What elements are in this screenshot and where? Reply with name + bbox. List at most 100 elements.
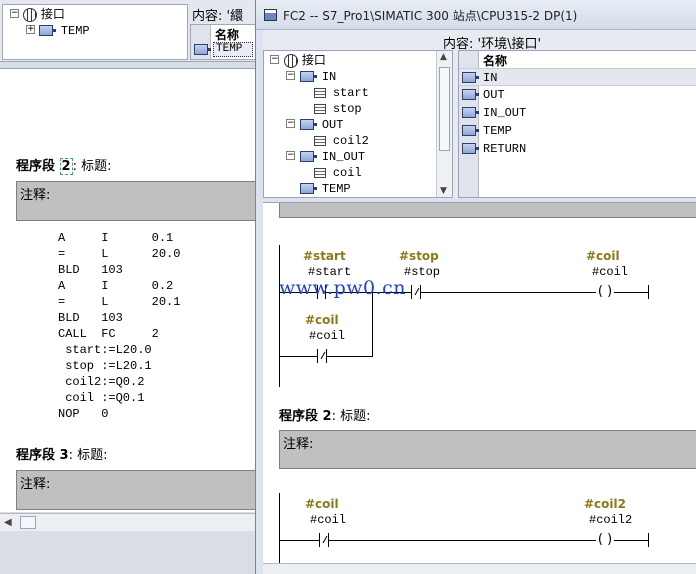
network-title: 程序段 3: 标题:: [16, 448, 108, 463]
collapse-icon[interactable]: −: [10, 9, 19, 18]
window-icon: [264, 9, 277, 21]
variable-icon: [314, 103, 326, 114]
tree-item-stop[interactable]: stop: [314, 100, 362, 116]
interface-list[interactable]: 名称 IN OUT IN_OUT TEMP RETURN: [458, 50, 696, 198]
contact-coil-nc-icon[interactable]: [319, 533, 329, 547]
variable-icon: [314, 135, 326, 146]
globe-icon: [284, 53, 298, 68]
tree-vertical-scrollbar[interactable]: ▲ ▼: [436, 51, 452, 197]
param-icon: [462, 107, 479, 118]
coil-address[interactable]: #coil: [592, 265, 628, 279]
branch-return-wire: [372, 292, 373, 357]
ladder-editor[interactable]: #start #start #stop #stop #coil #coil ( …: [263, 202, 696, 574]
branch-contact-symbol: #coil: [305, 313, 339, 327]
param-icon: [300, 183, 317, 194]
list-header-name: 名称: [215, 28, 240, 42]
list-item-return[interactable]: RETURN: [459, 140, 696, 158]
list-item-in[interactable]: IN: [459, 68, 696, 86]
param-icon: [462, 72, 479, 83]
tree-item-out[interactable]: − OUT: [286, 116, 343, 132]
window-titlebar[interactable]: FC2 -- S7_Pro1\SIMATIC 300 站点\CPU315-2 D…: [256, 0, 696, 30]
tree-item-label: OUT: [321, 118, 344, 132]
stl-code-block[interactable]: A I 0.1 = L 20.0 BLD 103 A I 0.2 = L 20.…: [58, 230, 180, 422]
coil2-address[interactable]: #coil2: [589, 513, 632, 527]
power-rail: [279, 245, 280, 387]
collapse-icon[interactable]: −: [286, 71, 295, 80]
network-comment[interactable]: 注释:: [16, 181, 262, 221]
tree-item-label: start: [332, 86, 369, 100]
param-icon: [462, 143, 479, 154]
globe-icon: [23, 7, 37, 22]
interface-pane: 内容: '环境\接口' − 接口 − IN start stop − OUT c…: [263, 30, 696, 198]
interface-tree[interactable]: − 接口 − IN start stop − OUT coil2 − IN_OU…: [263, 50, 453, 198]
watermark-text: www.pw0.cn: [279, 277, 407, 299]
back-editor-window: − 接口 + TEMP 内容: '繯 名称 TEMP 程序段 2: 标题: 注释…: [0, 0, 262, 574]
contact-coil-address[interactable]: #coil: [310, 513, 346, 527]
tree-item-start[interactable]: start: [314, 84, 369, 100]
branch-contact-address[interactable]: #coil: [309, 329, 345, 343]
output-coil-icon[interactable]: ( ): [596, 284, 614, 300]
back-interface-pane: − 接口 + TEMP 内容: '繯 名称 TEMP: [0, 0, 262, 62]
fc2-editor-window: FC2 -- S7_Pro1\SIMATIC 300 站点\CPU315-2 D…: [255, 0, 696, 574]
network-title: 程序段 2: 标题:: [279, 409, 371, 424]
tree-item-label: TEMP: [60, 24, 90, 38]
tree-item-label: IN_OUT: [321, 150, 366, 164]
coil-symbol: #coil: [586, 249, 620, 263]
contact-stop-address[interactable]: #stop: [404, 265, 440, 279]
tree-item-in-out[interactable]: − IN_OUT: [286, 148, 365, 164]
param-icon: [194, 44, 211, 55]
back-status-area: [0, 531, 262, 574]
rung-end: [648, 533, 649, 547]
tree-item-label: coil2: [332, 134, 369, 148]
back-tree-item-temp[interactable]: + TEMP: [23, 22, 90, 38]
network-title: 程序段 2: 标题:: [16, 158, 112, 175]
scroll-up-icon[interactable]: ▲: [440, 52, 447, 62]
back-code-editor[interactable]: 程序段 2: 标题: 注释: A I 0.1 = L 20.0 BLD 103 …: [0, 68, 262, 512]
back-content-label: 内容: '繯: [192, 9, 244, 24]
param-icon: [39, 25, 56, 36]
back-interface-tree[interactable]: − 接口 + TEMP: [2, 4, 188, 60]
coil2-symbol: #coil2: [584, 497, 626, 511]
scroll-thumb[interactable]: [20, 516, 36, 529]
param-icon: [462, 89, 479, 100]
scroll-thumb[interactable]: [439, 67, 450, 151]
horizontal-scrollbar[interactable]: [263, 563, 696, 574]
list-item-out[interactable]: OUT: [459, 86, 696, 104]
window-title: FC2 -- S7_Pro1\SIMATIC 300 站点\CPU315-2 D…: [283, 9, 578, 23]
tree-item-temp[interactable]: TEMP: [300, 180, 351, 196]
contact-coil-symbol: #coil: [305, 497, 339, 511]
tree-item-in[interactable]: − IN: [286, 68, 336, 84]
back-tree-item-interface[interactable]: − 接口: [7, 6, 65, 22]
collapse-icon[interactable]: −: [270, 55, 279, 64]
param-icon: [300, 119, 317, 130]
list-item-temp[interactable]: TEMP: [459, 122, 696, 140]
scroll-left-icon[interactable]: ◀: [4, 517, 12, 528]
list-header-name: 名称: [483, 54, 508, 68]
collapse-icon[interactable]: −: [286, 119, 295, 128]
rung-end: [648, 285, 649, 299]
contact-stop-symbol: #stop: [399, 249, 439, 263]
branch-contact-nc-icon[interactable]: [317, 349, 327, 363]
list-item-temp[interactable]: TEMP: [213, 42, 253, 57]
tree-item-label: 接口: [40, 7, 65, 21]
tree-item-coil2[interactable]: coil2: [314, 132, 369, 148]
list-item-in-out[interactable]: IN_OUT: [459, 104, 696, 122]
output-coil2-icon[interactable]: ( ): [596, 532, 614, 548]
variable-icon: [314, 87, 326, 98]
horizontal-scrollbar[interactable]: ◀: [0, 513, 262, 531]
network-comment[interactable]: 注释:: [16, 470, 262, 510]
expand-icon[interactable]: +: [26, 25, 35, 34]
contact-start-symbol: #start: [303, 249, 346, 263]
scroll-down-icon[interactable]: ▼: [440, 186, 447, 196]
collapse-icon[interactable]: −: [286, 151, 295, 160]
contact-stop-nc-icon[interactable]: [411, 285, 421, 299]
param-icon: [300, 71, 317, 82]
network1-comment-tail: [279, 203, 696, 218]
tree-item-coil[interactable]: coil: [314, 164, 362, 180]
tree-item-interface[interactable]: − 接口: [270, 52, 326, 68]
back-interface-list[interactable]: 名称 TEMP: [190, 24, 262, 60]
tree-item-label: 接口: [301, 53, 326, 67]
network-number: 2: [59, 158, 73, 175]
network-comment[interactable]: 注释:: [279, 430, 696, 469]
variable-icon: [314, 167, 326, 178]
